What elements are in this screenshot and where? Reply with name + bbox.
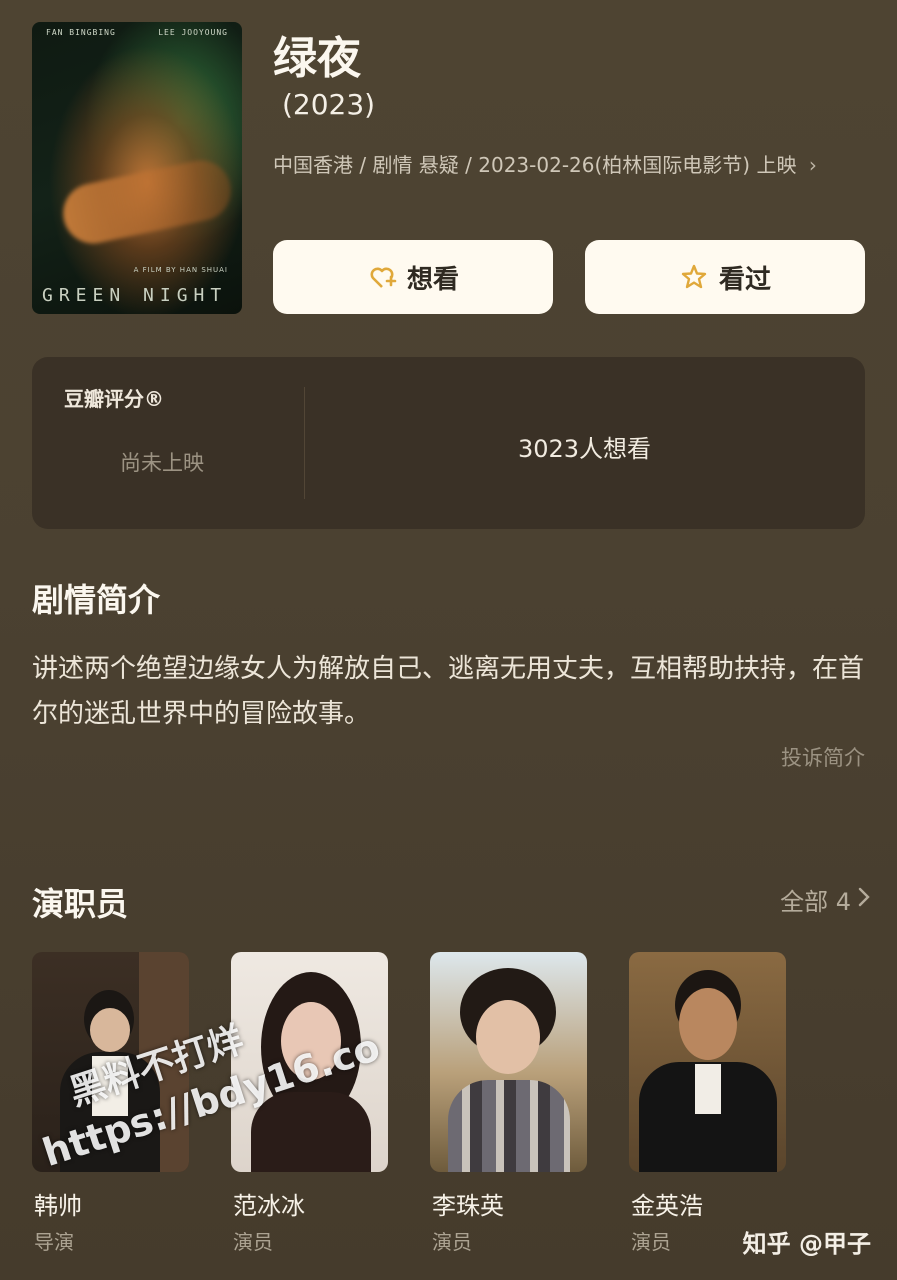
- cast-name: 李珠英: [432, 1192, 504, 1220]
- cast-role: 演员: [432, 1230, 472, 1254]
- cast-heading: 演职员: [32, 885, 129, 923]
- report-synopsis-link[interactable]: 投诉简介: [781, 742, 865, 772]
- chevron-right-icon: ›: [808, 153, 817, 177]
- poster-byline: A FILM BY HAN SHUAI: [133, 266, 228, 274]
- wish-count: 3023人想看: [517, 435, 652, 463]
- movie-year: (2023): [282, 88, 376, 121]
- rating-card: 豆瓣评分® 尚未上映 3023人想看: [32, 357, 865, 529]
- poster-artwork: [57, 154, 237, 250]
- cast-photo: [629, 952, 786, 1172]
- synopsis-text[interactable]: 讲述两个绝望边缘女人为解放自己、逃离无用丈夫，互相帮助扶持，在首尔的迷乱世界中的…: [32, 647, 872, 737]
- chevron-right-icon: [857, 886, 871, 914]
- poster-title: GREEN NIGHT: [42, 285, 228, 306]
- cast-name: 金英浩: [631, 1192, 703, 1220]
- watched-label: 看过: [718, 264, 771, 295]
- cast-name: 韩帅: [34, 1192, 82, 1220]
- watched-button[interactable]: 看过: [585, 240, 865, 314]
- cast-role: 演员: [631, 1230, 671, 1254]
- poster-credit-left: FAN BINGBING: [46, 28, 116, 37]
- movie-meta-text: 中国香港 / 剧情 悬疑 / 2023-02-26(柏林国际电影节) 上映: [273, 153, 797, 177]
- heart-plus-icon: [367, 262, 397, 292]
- synopsis-heading: 剧情简介: [32, 581, 161, 619]
- want-to-watch-label: 想看: [406, 264, 459, 295]
- star-icon: [679, 262, 709, 292]
- want-to-watch-button[interactable]: 想看: [273, 240, 553, 314]
- zhihu-attribution: 知乎 @甲子: [742, 1230, 871, 1258]
- cast-role: 演员: [233, 1230, 273, 1254]
- movie-title: 绿夜: [273, 33, 361, 84]
- movie-poster[interactable]: FAN BINGBING LEE JOOYOUNG A FILM BY HAN …: [32, 22, 242, 314]
- all-cast-link[interactable]: 全部 4: [780, 882, 871, 917]
- cast-name: 范冰冰: [233, 1192, 305, 1220]
- all-cast-label: 全部 4: [780, 888, 851, 916]
- cast-role: 导演: [34, 1230, 74, 1254]
- cast-member-card[interactable]: 李珠英 演员: [430, 952, 587, 1254]
- poster-credit-right: LEE JOOYOUNG: [158, 28, 228, 37]
- douban-rating-label: 豆瓣评分®: [64, 387, 164, 411]
- cast-photo: [430, 952, 587, 1172]
- movie-meta[interactable]: 中国香港 / 剧情 悬疑 / 2023-02-26(柏林国际电影节) 上映 ›: [273, 146, 873, 184]
- rating-status: 尚未上映: [120, 451, 204, 475]
- cast-member-card[interactable]: 金英浩 演员: [629, 952, 786, 1254]
